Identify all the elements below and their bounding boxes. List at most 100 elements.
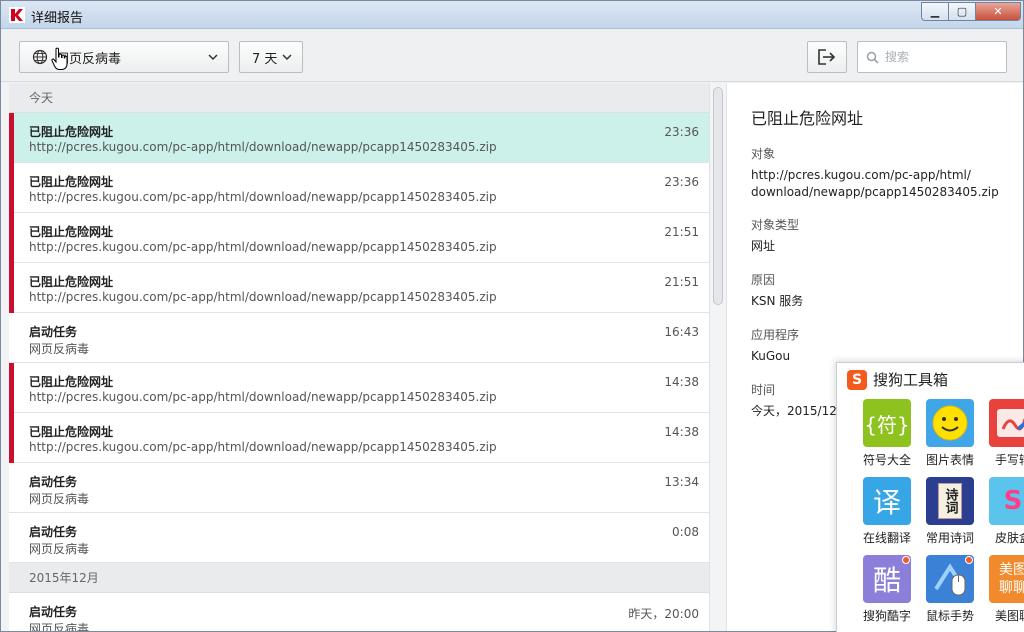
row-subtitle: 网页反病毒	[29, 342, 90, 356]
detail-type: 对象类型 网址	[751, 216, 1011, 255]
sogou-logo-icon: S	[847, 369, 867, 390]
search-input[interactable]	[885, 50, 995, 64]
row-time: 21:51	[664, 225, 699, 239]
group-header-month: 2015年12月	[9, 563, 709, 593]
row-title: 已阻止危险网址	[29, 225, 114, 239]
tool-label: 皮肤盒	[994, 531, 1024, 545]
row-subtitle: http://pcres.kugou.com/pc-app/html/downl…	[29, 440, 497, 454]
row-time: 13:34	[664, 475, 699, 489]
tool-cool-font[interactable]: 酷 搜狗酷字	[859, 555, 915, 624]
sogou-title: 搜狗工具箱	[873, 371, 949, 389]
blocked-marker	[9, 113, 14, 163]
export-button[interactable]	[807, 41, 847, 73]
table-row[interactable]: 启动任务 网页反病毒 13:34	[9, 463, 709, 513]
row-time: 23:36	[664, 125, 699, 139]
blocked-marker	[9, 163, 14, 213]
row-time: 14:38	[664, 425, 699, 439]
close-button[interactable]: ✕	[975, 2, 1021, 21]
tool-label: 在线翻译	[862, 531, 911, 545]
title-bar[interactable]: 详细报告 ▁ ▢ ✕	[1, 1, 1023, 29]
detail-object-label: 对象	[751, 147, 776, 161]
sogou-toolbox-popup[interactable]: S 搜狗工具箱 {符} 符号大全 图片表情 手写输 译 在	[836, 362, 1024, 632]
row-time: 23:36	[664, 175, 699, 189]
tool-label: 图片表情	[925, 453, 974, 467]
scroll-thumb[interactable]	[713, 87, 723, 305]
window-title: 详细报告	[31, 11, 84, 26]
row-subtitle: http://pcres.kugou.com/pc-app/html/downl…	[29, 140, 497, 154]
detail-type-label: 对象类型	[751, 218, 800, 232]
row-title: 已阻止危险网址	[29, 425, 114, 439]
maximize-button[interactable]: ▢	[948, 2, 976, 21]
blocked-marker	[9, 213, 14, 263]
row-subtitle: 网页反病毒	[29, 542, 90, 556]
row-title: 启动任务	[29, 475, 78, 489]
period-dropdown[interactable]: 7 天	[239, 41, 303, 73]
cool-font-icon: 酷	[863, 555, 911, 603]
tool-label: 符号大全	[862, 453, 911, 467]
table-row[interactable]: 已阻止危险网址 http://pcres.kugou.com/pc-app/ht…	[9, 363, 709, 413]
event-list[interactable]: 今天 已阻止危险网址 http://pcres.kugou.com/pc-app…	[9, 83, 709, 632]
tool-emoji-images[interactable]: 图片表情	[922, 399, 978, 468]
list-scrollbar[interactable]	[709, 83, 726, 631]
table-row[interactable]: 启动任务 网页反病毒 0:08	[9, 513, 709, 563]
tool-mouse-gesture[interactable]: 鼠标手势	[922, 555, 978, 624]
symbols-icon: {符}	[863, 399, 911, 447]
mouse-gesture-icon	[926, 555, 974, 603]
skin-icon: S	[989, 477, 1024, 525]
search-icon	[866, 51, 879, 64]
detail-reason-value: KSN 服务	[751, 294, 804, 308]
row-time: 16:43	[664, 325, 699, 339]
table-row[interactable]: 启动任务 网页反病毒 16:43	[9, 313, 709, 363]
kaspersky-logo-icon	[9, 7, 25, 23]
row-title: 已阻止危险网址	[29, 125, 114, 139]
row-title: 已阻止危险网址	[29, 275, 114, 289]
row-title: 启动任务	[29, 525, 78, 539]
table-row[interactable]: 已阻止危险网址 http://pcres.kugou.com/pc-app/ht…	[9, 213, 709, 263]
notification-dot	[902, 556, 910, 564]
tool-label: 手写输	[994, 453, 1024, 467]
row-subtitle: 网页反病毒	[29, 492, 90, 506]
tool-meitu-chat[interactable]: 美图聊聊 美图聊	[985, 555, 1024, 624]
detail-reason-label: 原因	[751, 273, 776, 287]
row-title: 已阻止危险网址	[29, 175, 114, 189]
translate-icon: 译	[863, 477, 911, 525]
table-row[interactable]: 已阻止危险网址 http://pcres.kugou.com/pc-app/ht…	[9, 413, 709, 463]
row-subtitle: 网页反病毒	[29, 622, 90, 632]
row-subtitle: http://pcres.kugou.com/pc-app/html/downl…	[29, 240, 497, 254]
sogou-header: S 搜狗工具箱	[847, 369, 948, 390]
hand-cursor-icon	[51, 47, 68, 70]
tool-symbols[interactable]: {符} 符号大全	[859, 399, 915, 468]
detail-app-label: 应用程序	[751, 328, 800, 342]
table-row[interactable]: 已阻止危险网址 http://pcres.kugou.com/pc-app/ht…	[9, 263, 709, 313]
notification-dot	[965, 556, 973, 564]
meitu-icon: 美图聊聊	[989, 555, 1024, 603]
tool-translate[interactable]: 译 在线翻译	[859, 477, 915, 546]
globe-icon	[32, 49, 48, 65]
chevron-down-icon	[282, 54, 292, 61]
table-row[interactable]: 已阻止危险网址 http://pcres.kugou.com/pc-app/ht…	[9, 163, 709, 213]
tool-label: 鼠标手势	[925, 609, 974, 623]
tool-handwriting[interactable]: 手写输	[985, 399, 1024, 468]
detail-heading: 已阻止危险网址	[751, 109, 864, 128]
poetry-icon: 诗词	[926, 477, 974, 525]
row-time: 21:51	[664, 275, 699, 289]
search-box[interactable]	[857, 41, 1007, 73]
table-row[interactable]: 启动任务 网页反病毒 昨天，20:00	[9, 593, 709, 632]
table-row[interactable]: 已阻止危险网址 http://pcres.kugou.com/pc-app/ht…	[9, 113, 709, 163]
detail-object-value-line2: download/newapp/pcapp1450283405.zip	[751, 185, 999, 199]
tool-skin-box[interactable]: S 皮肤盒	[985, 477, 1024, 546]
row-time: 14:38	[664, 375, 699, 389]
period-value: 7 天	[252, 51, 278, 67]
export-icon	[818, 49, 836, 65]
minimize-button[interactable]: ▁	[921, 2, 949, 21]
detail-object: 对象 http://pcres.kugou.com/pc-app/html/ d…	[751, 145, 1011, 201]
tool-poetry[interactable]: 诗词 常用诗词	[922, 477, 978, 546]
cool-font-glyph: 酷	[872, 564, 901, 597]
row-subtitle: http://pcres.kugou.com/pc-app/html/downl…	[29, 190, 497, 204]
blocked-marker	[9, 263, 14, 313]
detail-object-value-line1: http://pcres.kugou.com/pc-app/html/	[751, 168, 971, 182]
row-time: 昨天，20:00	[628, 607, 699, 621]
row-time: 0:08	[672, 525, 699, 539]
window-controls: ▁ ▢ ✕	[921, 2, 1021, 21]
detail-application: 应用程序 KuGou	[751, 326, 1011, 365]
